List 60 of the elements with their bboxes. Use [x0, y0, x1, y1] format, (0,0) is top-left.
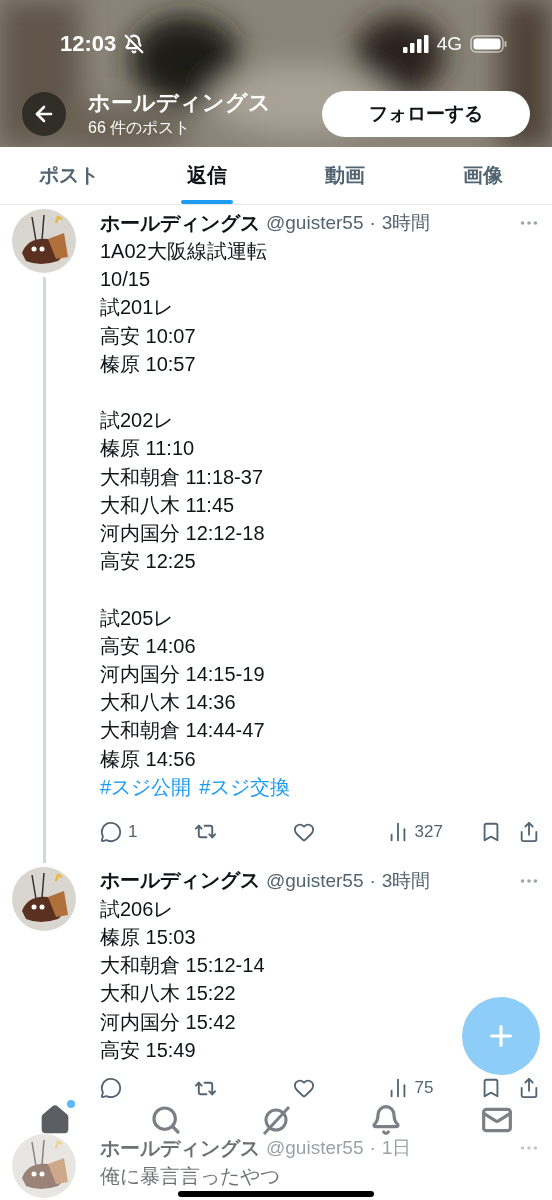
follow-button[interactable]: フォローする [322, 90, 530, 137]
post-text-line: 榛原 11:10 [100, 436, 195, 462]
separator-dot: · [369, 212, 376, 234]
post-text-line: 1A02大阪線試運転 [100, 239, 267, 264]
author-name: ホールディングス [100, 1135, 260, 1161]
share-icon [518, 1077, 540, 1100]
share-button[interactable] [518, 1077, 540, 1100]
post-count: 66 件のポスト [88, 118, 192, 138]
views-button[interactable]: 75 [386, 1077, 481, 1100]
post-text-line: 大和八木 14:36 [100, 690, 236, 716]
post-text-line: 大和八木 15:22 [100, 981, 236, 1007]
post-text-line: 高安 12:25 [100, 549, 196, 575]
post-text-line: 河内国分 15:42 [100, 1009, 236, 1035]
post-text-line: 榛原 15:03 [100, 925, 196, 951]
author-handle: @guister55 [266, 212, 364, 234]
post-time: 1日 [381, 1136, 412, 1161]
share-button[interactable] [518, 820, 540, 843]
profile-name: ホールディングス [88, 89, 272, 117]
reply-icon [100, 1077, 122, 1100]
post-text-line: 大和朝倉 14:44-47 [100, 718, 265, 744]
post-text-line: 10/15 [100, 267, 151, 293]
network-label: 4G [436, 33, 462, 55]
share-icon [518, 820, 540, 843]
post-time: 3時間 [381, 868, 431, 893]
post-text-line: 大和朝倉 11:18-37 [100, 464, 264, 490]
separator-dot: · [369, 1137, 376, 1160]
post-text-line: 試206レ [100, 896, 174, 922]
post-text-line: 河内国分 12:12-18 [100, 521, 265, 546]
post-text-line: 河内国分 14:15-19 [100, 662, 265, 687]
post-text-line: 試202レ [100, 408, 174, 434]
signal-icon [402, 35, 429, 53]
badge-dot [67, 1100, 76, 1108]
post-text-line: 大和八木 11:45 [100, 492, 235, 518]
author-name: ホールディングス [100, 210, 260, 236]
battery-icon [470, 35, 508, 53]
separator-dot: · [369, 869, 376, 892]
post-text-line: 試205レ [100, 605, 174, 631]
post-text-line: 榛原 10:57 [100, 351, 196, 377]
heart-icon [292, 1077, 315, 1100]
post-text-line: 俺に暴言言ったやつ [100, 1164, 281, 1190]
author-handle: @guister55 [266, 1137, 364, 1160]
avatar-drawing[interactable] [12, 209, 76, 273]
post-text-line: 試201レ [100, 295, 174, 321]
author-handle: @guister55 [266, 869, 364, 892]
avatar-drawing[interactable] [12, 866, 76, 931]
author-name: ホールディングス [100, 868, 260, 894]
post-time: 3時間 [381, 211, 431, 235]
tab-indicator [181, 200, 233, 204]
search-icon [149, 1104, 182, 1136]
hashtag-link[interactable]: #スジ公開 [100, 772, 192, 801]
post-text-line: 高安 14:06 [100, 633, 196, 659]
post-text-line: 高安 15:49 [100, 1037, 196, 1063]
post-text-line: 高安 10:07 [100, 323, 196, 349]
nav-button[interactable] [149, 1104, 182, 1136]
clock-time: 12:03 [60, 31, 117, 57]
reply-button[interactable]: 1 [100, 820, 194, 843]
reply-icon [100, 820, 122, 843]
post-text-line: 榛原 14:56 [100, 746, 196, 772]
post-text-line: 大和朝倉 15:12-14 [100, 953, 265, 979]
views-button[interactable]: 327 [386, 820, 481, 843]
